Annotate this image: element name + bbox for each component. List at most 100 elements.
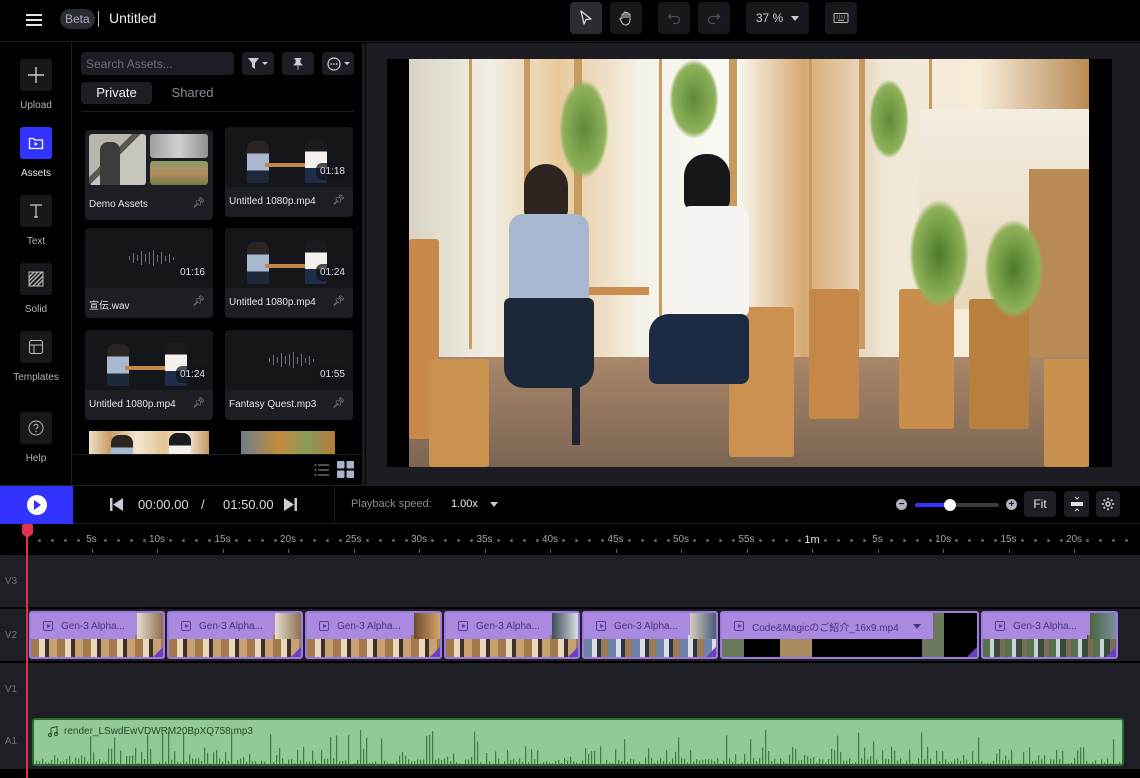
video-clip[interactable]: Gen-3 Alpha... bbox=[981, 611, 1118, 659]
video-clip[interactable]: Gen-3 Alpha... bbox=[29, 611, 165, 659]
list-view-icon[interactable] bbox=[314, 463, 330, 477]
waveform-bar bbox=[684, 758, 686, 764]
video-clip[interactable]: Gen-3 Alpha... bbox=[167, 611, 303, 659]
assets-scrollbar[interactable] bbox=[362, 43, 365, 485]
pin-icon[interactable]: 📌︎ bbox=[332, 195, 345, 206]
waveform-bar bbox=[375, 761, 377, 764]
ruler-tick bbox=[91, 549, 93, 553]
collapse-tracks-button[interactable] bbox=[1064, 491, 1089, 517]
clip-trim-handle[interactable] bbox=[430, 647, 440, 657]
ruler-label: 30s bbox=[410, 534, 428, 545]
clip-trim-handle[interactable] bbox=[967, 647, 977, 657]
waveform-bar bbox=[1026, 763, 1028, 764]
rail-item-upload[interactable]: Upload bbox=[0, 59, 72, 111]
keyboard-shortcuts-button[interactable] bbox=[825, 2, 857, 34]
play-button[interactable] bbox=[0, 486, 73, 524]
rail-item-solid[interactable]: Solid bbox=[0, 263, 72, 315]
skip-to-end-icon[interactable] bbox=[284, 498, 297, 511]
undo-button[interactable] bbox=[658, 2, 690, 34]
waveform-bar bbox=[711, 759, 713, 764]
tab-private[interactable]: Private bbox=[81, 82, 152, 104]
playback-speed-dropdown[interactable]: 1.00x bbox=[451, 498, 498, 510]
ruler-label: 50s bbox=[672, 534, 690, 545]
asset-video-card[interactable]: 01:18 Untitled 1080p.mp4 📌︎ bbox=[225, 127, 353, 217]
rail-item-templates[interactable]: Templates bbox=[0, 331, 72, 383]
track-lane[interactable] bbox=[26, 663, 1140, 715]
ruler-dot bbox=[129, 539, 133, 542]
clip-trim-handle[interactable] bbox=[706, 647, 716, 657]
grid-view-icon[interactable] bbox=[337, 461, 354, 478]
rail-item-help[interactable]: Help bbox=[0, 412, 72, 464]
track-lane[interactable] bbox=[26, 555, 1140, 607]
waveform-bar bbox=[990, 762, 992, 764]
timeline-zoom-handle[interactable] bbox=[944, 499, 957, 511]
clip-trim-handle[interactable] bbox=[153, 647, 163, 657]
timeline-ruler[interactable]: 5s 10s 15s 20s 25s 30s 35s 40s 45s 50s 55s 1m 5s 10s 1… bbox=[0, 525, 1140, 554]
waveform-bar bbox=[414, 761, 416, 764]
ruler-label: 20s bbox=[279, 534, 297, 545]
asset-audio-card[interactable]: 01:16 宣伝.wav 📌︎ bbox=[85, 228, 213, 318]
fit-button[interactable]: Fit bbox=[1024, 491, 1056, 517]
waveform-bar bbox=[69, 755, 71, 764]
pin-icon[interactable]: 📌︎ bbox=[192, 198, 205, 209]
asset-video-card[interactable]: 01:24 Untitled 1080p.mp4 📌︎ bbox=[225, 228, 353, 318]
track-v2: V2 Gen-3 Alpha... Gen-3 Alpha... Gen-3 A… bbox=[0, 609, 1140, 661]
tab-shared[interactable]: Shared bbox=[157, 82, 228, 104]
pin-icon[interactable]: 📌︎ bbox=[192, 296, 205, 307]
pin-icon[interactable]: 📌︎ bbox=[332, 296, 345, 307]
ruler-tick bbox=[157, 549, 158, 553]
waveform-bar bbox=[363, 748, 365, 764]
timeline-zoom-slider[interactable] bbox=[915, 499, 999, 511]
audio-clip[interactable]: render_LSwdEwVDWRM20BpXQ758.mp3 bbox=[32, 718, 1124, 766]
asset-image-card-partial[interactable] bbox=[241, 431, 335, 454]
hand-tool-button[interactable] bbox=[610, 2, 642, 34]
waveform-bar bbox=[552, 763, 554, 764]
hamburger-menu-icon[interactable] bbox=[26, 12, 42, 28]
video-clip[interactable]: Gen-3 Alpha... bbox=[582, 611, 718, 659]
video-clip[interactable]: Gen-3 Alpha... bbox=[305, 611, 442, 659]
waveform-bar bbox=[567, 760, 569, 764]
video-clip[interactable]: Gen-3 Alpha... bbox=[444, 611, 580, 659]
pin-icon[interactable]: 📌︎ bbox=[332, 398, 345, 409]
select-tool-button[interactable] bbox=[570, 2, 602, 34]
waveform-bar bbox=[900, 758, 902, 764]
ruler-dot bbox=[234, 539, 238, 542]
waveform-bar bbox=[348, 735, 350, 764]
asset-folder-card[interactable]: Demo Assets 📌︎ bbox=[85, 130, 213, 220]
search-assets-input[interactable] bbox=[81, 52, 234, 75]
asset-video-card-partial[interactable] bbox=[89, 431, 209, 454]
project-title[interactable]: Untitled bbox=[109, 10, 156, 26]
timeline-settings-button[interactable] bbox=[1096, 491, 1120, 517]
waveform-bar bbox=[75, 757, 77, 764]
waveform-bar bbox=[171, 759, 173, 764]
ruler-dot bbox=[968, 539, 972, 542]
zoom-out-icon[interactable]: − bbox=[896, 499, 907, 510]
asset-audio-card[interactable]: 01:55 Fantasy Quest.mp3 📌︎ bbox=[225, 330, 353, 420]
clip-trim-handle[interactable] bbox=[1106, 647, 1116, 657]
skip-to-start-icon[interactable] bbox=[110, 498, 123, 511]
waveform-bar bbox=[561, 763, 563, 764]
rail-item-text[interactable]: Text bbox=[0, 195, 72, 247]
ruler-dot bbox=[850, 539, 854, 542]
asset-video-card[interactable]: 01:24 Untitled 1080p.mp4 📌︎ bbox=[85, 330, 213, 420]
playhead[interactable] bbox=[26, 524, 28, 778]
chevron-down-icon[interactable] bbox=[912, 623, 921, 629]
filter-button[interactable] bbox=[242, 52, 274, 75]
pin-filter-button[interactable] bbox=[282, 52, 314, 75]
total-time: 01:50.00 bbox=[223, 497, 274, 512]
zoom-level-dropdown[interactable]: 37 % bbox=[746, 2, 809, 34]
video-clip-selected[interactable]: Code&Magicのご紹介_16x9.mp4 bbox=[720, 611, 979, 659]
waveform-bar bbox=[894, 750, 896, 764]
redo-button[interactable] bbox=[698, 2, 730, 34]
more-options-button[interactable] bbox=[322, 52, 354, 75]
rail-item-assets[interactable]: Assets bbox=[0, 127, 72, 179]
waveform-bar bbox=[438, 758, 440, 764]
waveform-bar bbox=[285, 763, 287, 764]
clip-trim-handle[interactable] bbox=[568, 647, 578, 657]
waveform-bar bbox=[321, 750, 323, 764]
pin-icon[interactable]: 📌︎ bbox=[192, 398, 205, 409]
preview-canvas[interactable] bbox=[387, 59, 1112, 467]
clip-trim-handle[interactable] bbox=[291, 647, 301, 657]
waveform-bar bbox=[909, 749, 911, 764]
zoom-in-icon[interactable]: + bbox=[1006, 499, 1017, 510]
